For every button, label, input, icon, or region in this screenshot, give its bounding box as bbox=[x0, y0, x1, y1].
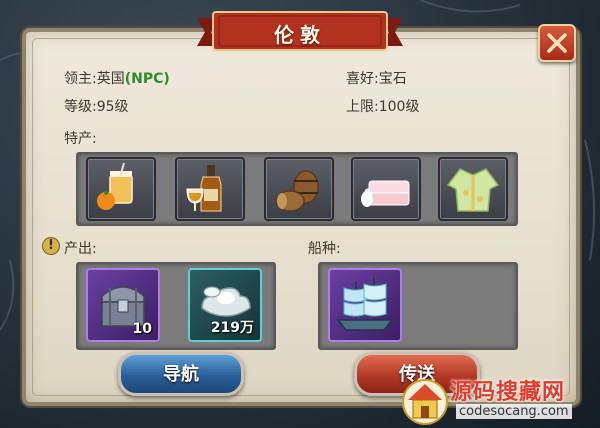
level-cap-info: 上限:100级 bbox=[346, 99, 420, 115]
lord-info: 领主:英国(NPC) bbox=[64, 68, 170, 88]
title-ribbon: 伦敦 bbox=[197, 10, 403, 54]
wine-bottle-icon bbox=[186, 165, 222, 212]
specialty-slot[interactable] bbox=[264, 157, 334, 221]
item-count: 10 bbox=[132, 321, 152, 337]
close-icon bbox=[547, 33, 567, 53]
ship-item[interactable] bbox=[328, 268, 402, 342]
info-warning-icon[interactable]: ! bbox=[42, 237, 60, 255]
specialty-slot[interactable] bbox=[86, 157, 156, 221]
output-item-chest[interactable]: 10 bbox=[86, 268, 160, 342]
silk-robe-icon bbox=[446, 168, 500, 212]
page-title: 伦敦 bbox=[274, 23, 326, 47]
watermark-url: codesocang.com bbox=[456, 404, 572, 419]
watermark: 源码搜藏网 codesocang.com bbox=[400, 372, 600, 428]
ship-type-label: 船种: bbox=[308, 241, 341, 257]
cloth-icon bbox=[361, 180, 410, 207]
level-info: 等级:95级 bbox=[64, 99, 129, 115]
specialty-slot[interactable] bbox=[175, 157, 245, 221]
npc-tag: (NPC) bbox=[124, 71, 170, 87]
item-count: 219万 bbox=[210, 320, 254, 336]
output-label: 产出: bbox=[64, 241, 97, 257]
lord-label: 领主:英国 bbox=[64, 71, 125, 87]
sailing-ship-icon bbox=[336, 278, 394, 331]
specialties-label: 特产: bbox=[64, 131, 97, 147]
juice-orange-icon bbox=[97, 162, 133, 210]
output-item-silver[interactable]: 219万 bbox=[188, 268, 262, 342]
preference-info: 喜好:宝石 bbox=[346, 71, 407, 87]
close-button[interactable] bbox=[538, 24, 576, 62]
navigate-button[interactable]: 导航 bbox=[118, 352, 244, 396]
watermark-title: 源码搜藏网 bbox=[450, 380, 566, 405]
barrels-icon bbox=[275, 170, 319, 212]
specialty-slot[interactable] bbox=[351, 157, 421, 221]
house-logo-icon bbox=[402, 379, 448, 425]
specialty-slot[interactable] bbox=[438, 157, 508, 221]
